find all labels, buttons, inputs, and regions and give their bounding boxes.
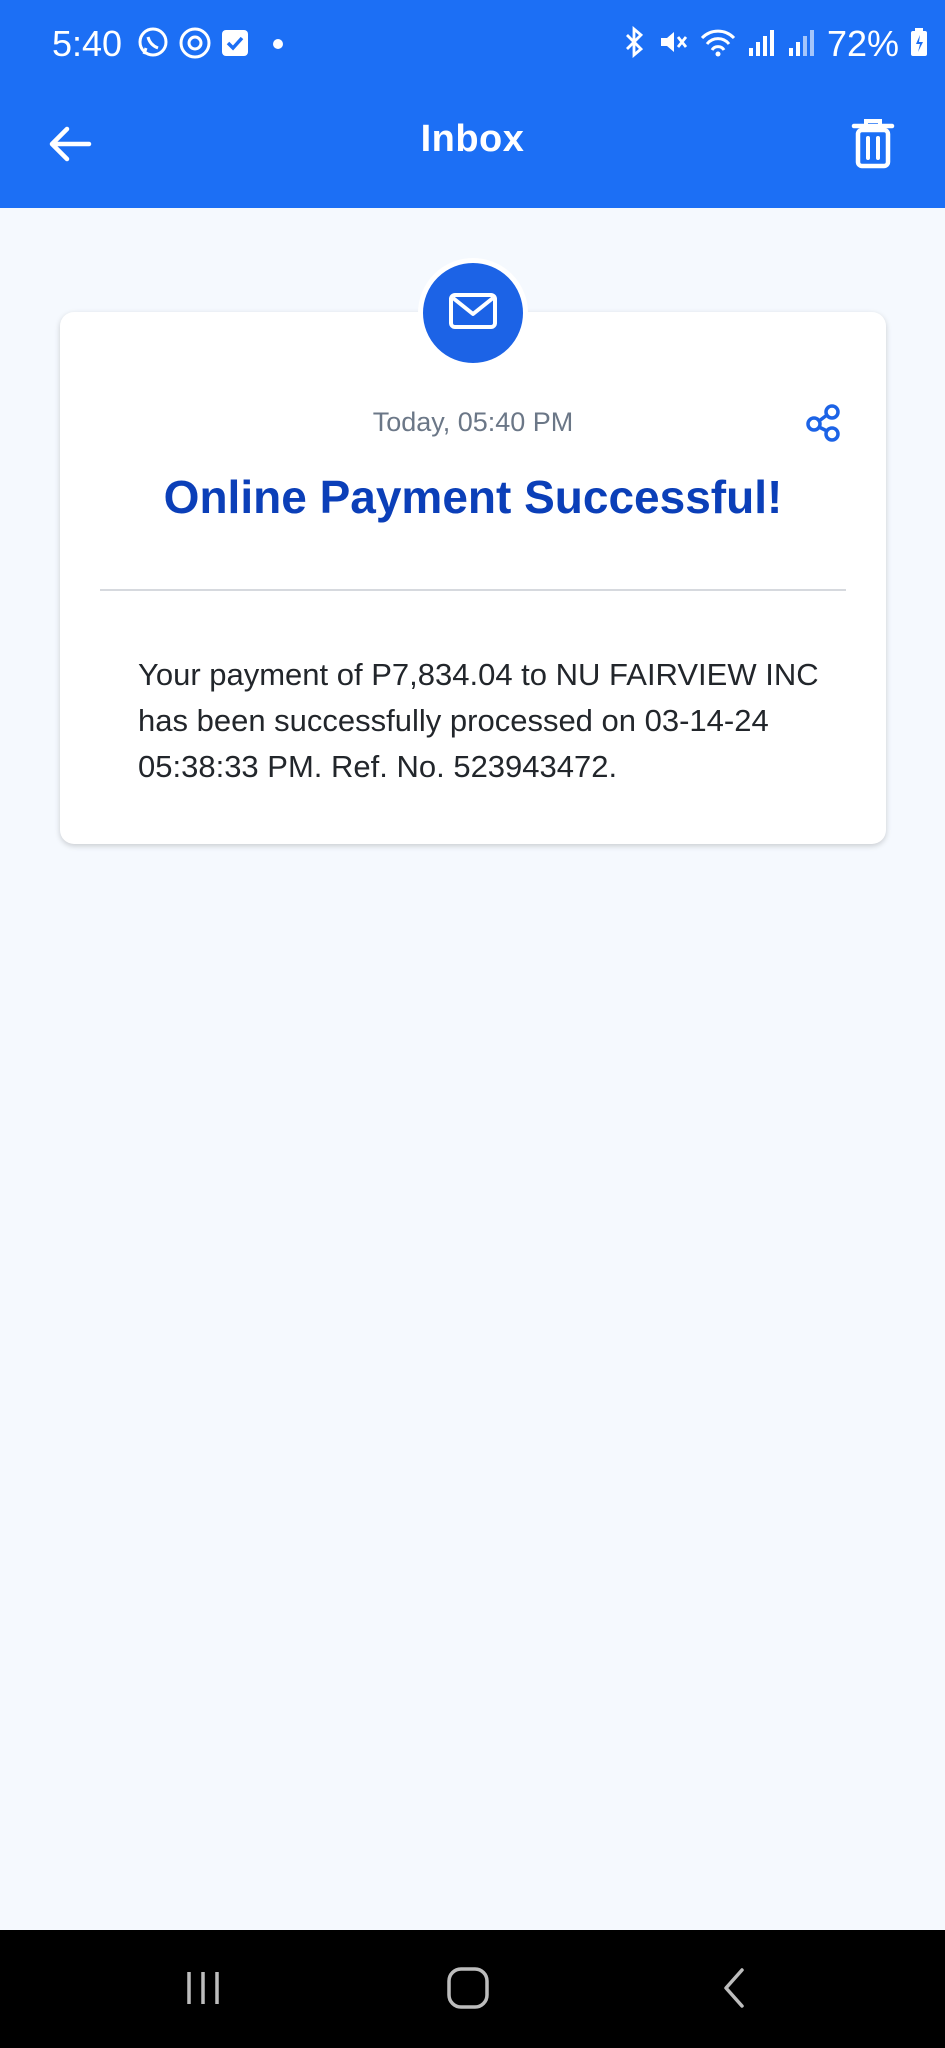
status-system-icons: 72% — [621, 22, 929, 66]
page-title: Inbox — [420, 118, 525, 160]
back-chevron-icon — [718, 1966, 748, 2015]
share-icon — [803, 403, 843, 448]
bluetooth-icon — [621, 25, 647, 63]
viber-icon — [136, 26, 170, 65]
recents-icon — [181, 1968, 225, 2013]
signal-icon-2 — [787, 26, 817, 63]
message-title: Online Payment Successful! — [163, 471, 783, 523]
delete-button[interactable] — [841, 110, 905, 180]
envelope-icon — [448, 292, 498, 335]
home-icon — [445, 1965, 491, 2016]
dot-icon — [272, 37, 284, 55]
app-bar: Inbox — [0, 88, 945, 208]
divider — [100, 589, 846, 591]
wifi-icon — [699, 26, 737, 63]
status-bar: 5:40 72% — [0, 0, 945, 88]
status-notification-icons — [136, 26, 284, 65]
mute-icon — [657, 26, 689, 63]
envelope-badge — [418, 258, 528, 368]
battery-charging-icon — [909, 26, 929, 63]
message-date: Today, 05:40 PM — [372, 407, 574, 437]
trash-icon — [851, 117, 895, 174]
nav-back-button[interactable] — [693, 1960, 773, 2020]
status-time: 5:40 — [52, 23, 123, 64]
threads-icon — [178, 26, 212, 65]
battery-level: 72% — [826, 23, 899, 64]
check-box-icon — [220, 28, 250, 63]
home-button[interactable] — [428, 1960, 508, 2020]
message-body: Your payment of P7,834.04 to NU FAIRVIEW… — [138, 657, 819, 784]
system-nav-bar — [0, 1930, 945, 2048]
share-button[interactable] — [798, 400, 848, 450]
message-card[interactable]: Today, 05:40 PM Online Payment Successfu… — [60, 312, 886, 844]
recents-button[interactable] — [163, 1960, 243, 2020]
signal-icon — [747, 26, 777, 63]
